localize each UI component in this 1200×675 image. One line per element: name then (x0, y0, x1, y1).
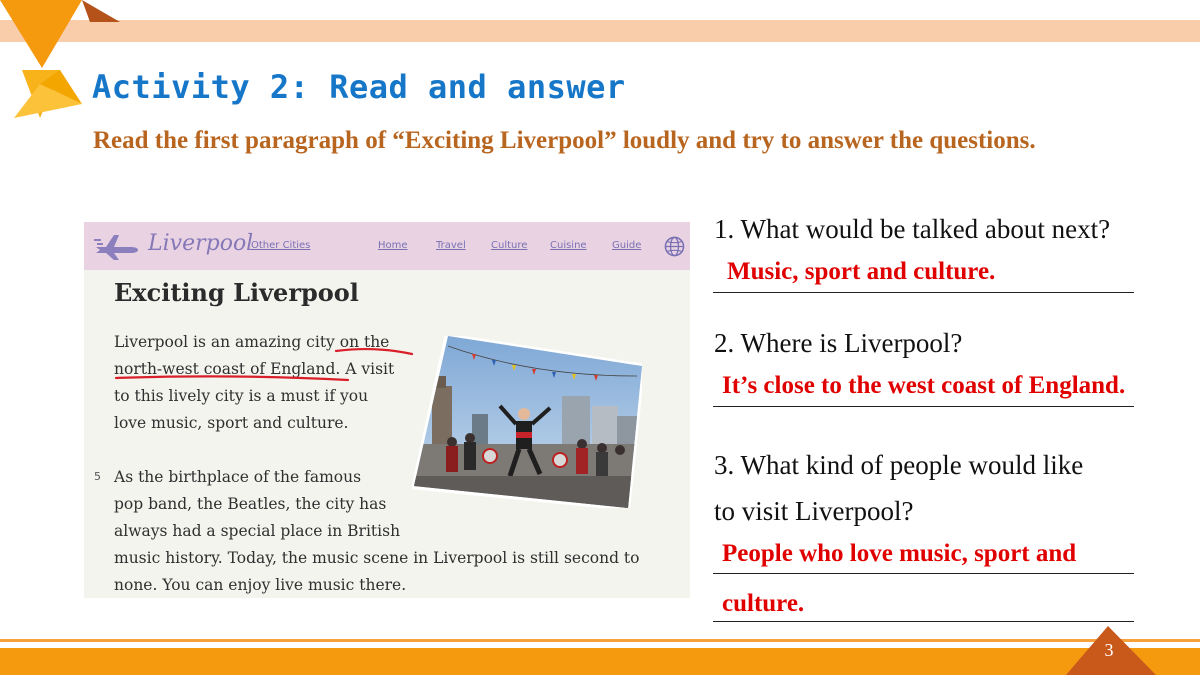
nav-link-travel: Travel (436, 240, 466, 251)
paragraph-1-line-3: to this lively city is a must if you (114, 387, 369, 405)
bottom-accent-line (0, 639, 1200, 642)
answer-2-line (713, 406, 1134, 407)
paragraph-2-line-3: always had a special place in British (114, 522, 401, 540)
answer-3-line-1-rule (713, 573, 1134, 574)
question-3-line-2: to visit Liverpool? (714, 496, 914, 526)
paragraph-2-line-4: music history. Today, the music scene in… (114, 549, 640, 567)
question-1: 1. What would be talked about next? (714, 214, 1111, 244)
answer-2: It’s close to the west coast of England. (722, 372, 1126, 399)
question-3-line-1: 3. What kind of people would like (714, 450, 1084, 480)
textbook-excerpt: Liverpool Other Cities Home Travel Cultu… (84, 222, 690, 598)
nav-link-culture: Culture (491, 240, 528, 251)
slide-title: Activity 2: Read and answer (92, 68, 626, 106)
answer-1: Music, sport and culture. (727, 258, 996, 285)
airplane-icon (94, 235, 138, 260)
nav-link-other-cities: Other Cities (251, 240, 311, 251)
top-band (0, 20, 1200, 42)
globe-icon (664, 236, 685, 257)
bottom-band (0, 648, 1200, 675)
page-number: 3 (1104, 640, 1114, 660)
paragraph-2-line-5: none. You can enjoy live music there. (114, 576, 407, 594)
answer-3-line-2: culture. (722, 590, 805, 617)
answer-3-line-1: People who love music, sport and (722, 540, 1077, 567)
textbook-nav-bar: Liverpool Other Cities Home Travel Cultu… (84, 222, 690, 270)
textbook-brand: Liverpool (148, 231, 254, 256)
paragraph-1-line-1: Liverpool is an amazing city on the (114, 333, 390, 351)
liverpool-street-photo (412, 336, 642, 508)
answer-3-line-2-rule (713, 621, 1134, 622)
line-number: 5 (94, 470, 101, 483)
answer-1-line (713, 292, 1134, 293)
paragraph-2-line-1: As the birthplace of the famous (114, 468, 362, 486)
paragraph-1-line-4: love music, sport and culture. (114, 414, 349, 432)
question-2: 2. Where is Liverpool? (714, 328, 963, 358)
paragraph-2-line-2: pop band, the Beatles, the city has (114, 495, 387, 513)
textbook-heading: Exciting Liverpool (114, 278, 359, 307)
nav-link-home: Home (378, 240, 408, 251)
nav-link-cuisine: Cuisine (550, 240, 587, 251)
nav-link-guide: Guide (612, 240, 642, 251)
paragraph-1-line-2: north-west coast of England. A visit (114, 360, 395, 378)
instruction-text: Read the first paragraph of “Exciting Li… (93, 127, 1036, 154)
